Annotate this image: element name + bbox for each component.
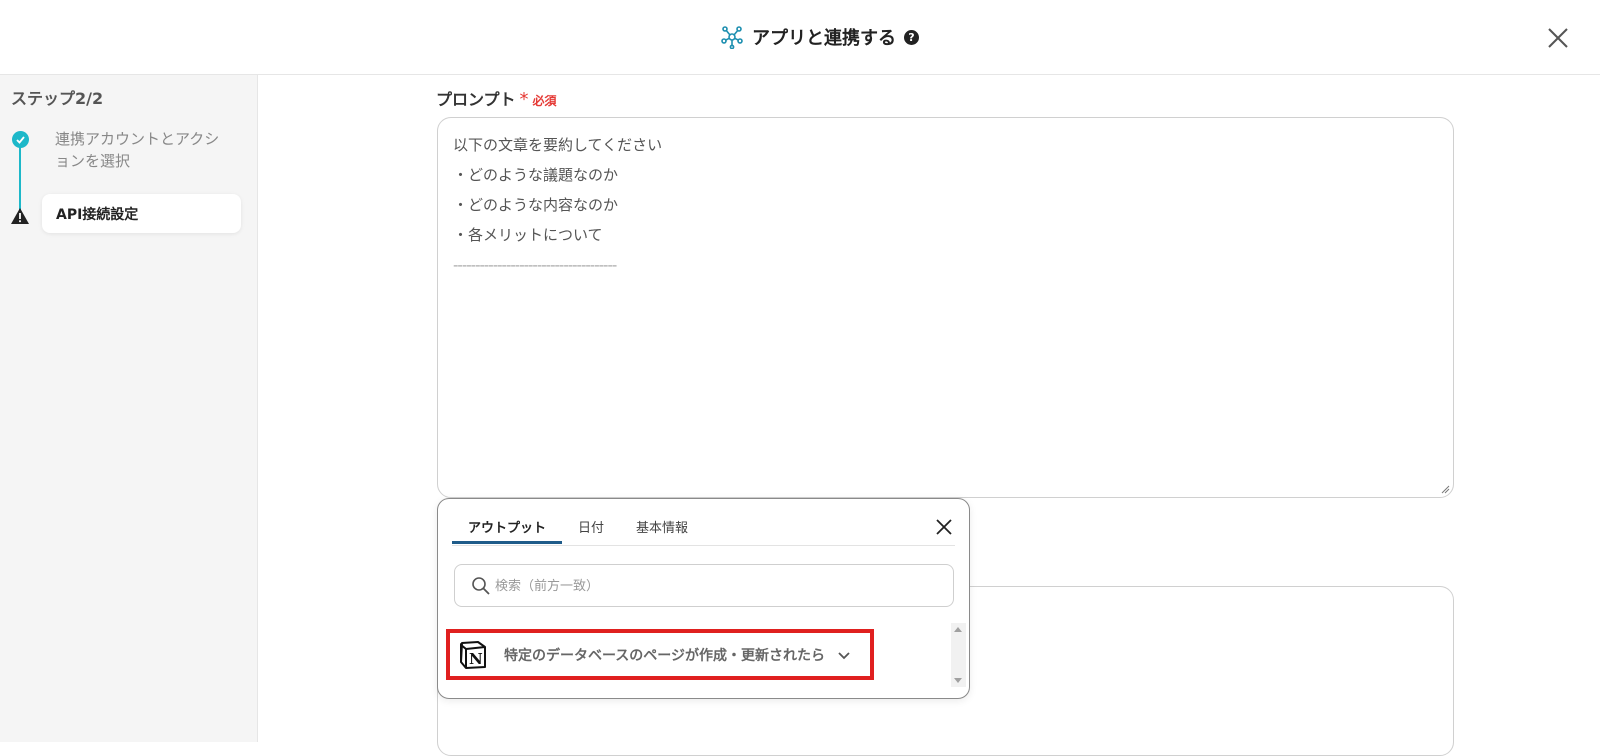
question-circle-icon[interactable]: ? (904, 29, 919, 45)
steps-sidebar: ステップ2/2 連携アカウントとアクションを選択 API接続設定 (0, 75, 258, 742)
resize-grip-icon[interactable] (1441, 485, 1450, 494)
close-icon[interactable] (1544, 24, 1572, 52)
list-scrollbar[interactable] (951, 623, 966, 687)
prompt-textarea[interactable]: 以下の文章を要約してください ・どのような議題なのか ・どのような内容なのか ・… (437, 117, 1454, 498)
list-item-label: 特定のデータベースのページが作成・更新されたら (504, 647, 826, 664)
tab-date[interactable]: 日付 (562, 513, 620, 544)
warning-triangle-icon (11, 208, 29, 224)
svg-text:N: N (469, 650, 483, 668)
step-item-label: API接続設定 (56, 207, 139, 223)
close-icon[interactable] (934, 517, 954, 537)
header-title-group: アプリと連携する ? (720, 22, 919, 52)
notion-icon: N (460, 640, 486, 669)
check-circle-icon (12, 131, 29, 148)
prompt-label: プロンプト (436, 90, 516, 109)
search-box (454, 564, 954, 607)
prompt-line: ------------------------------------- (453, 256, 617, 274)
app-integration-icon (721, 26, 743, 49)
prompt-field-label: プロンプト * 必須 (436, 86, 557, 110)
chevron-down-icon[interactable] (837, 648, 851, 662)
step-counter: ステップ2/2 (11, 89, 104, 108)
step-item-api-settings[interactable]: API接続設定 (42, 194, 241, 233)
output-picker-popup: アウトプット 日付 基本情報 N 特定のデータベースのページが作成・更新されたら (437, 498, 970, 699)
modal-header: アプリと連携する ? (0, 0, 1600, 75)
prompt-line: ・どのような内容なのか (453, 196, 619, 214)
modal-title: アプリと連携する (752, 28, 896, 49)
tab-output[interactable]: アウトプット (452, 513, 563, 544)
prompt-line: ・どのような議題なのか (453, 166, 619, 184)
tab-basic-info[interactable]: 基本情報 (620, 513, 704, 544)
scroll-down-arrow-icon[interactable] (954, 678, 962, 683)
prompt-line: ・各メリットについて (453, 226, 603, 244)
required-badge: 必須 (532, 94, 557, 108)
tabs-divider (452, 545, 955, 546)
search-icon (472, 577, 490, 595)
prompt-line: 以下の文章を要約してください (453, 136, 663, 154)
search-input[interactable] (495, 573, 935, 599)
list-item-notion-trigger[interactable]: N 特定のデータベースのページが作成・更新されたら (446, 629, 874, 680)
step-item-select-account[interactable]: 連携アカウントとアクションを選択 (55, 128, 230, 172)
popup-tabs: アウトプット 日付 基本情報 (452, 513, 704, 544)
prompt-text: 以下の文章を要約してください ・どのような議題なのか ・どのような内容なのか ・… (453, 130, 662, 280)
scroll-up-arrow-icon[interactable] (954, 627, 962, 632)
required-asterisk: * (519, 89, 529, 110)
step-connector-line (19, 144, 21, 212)
